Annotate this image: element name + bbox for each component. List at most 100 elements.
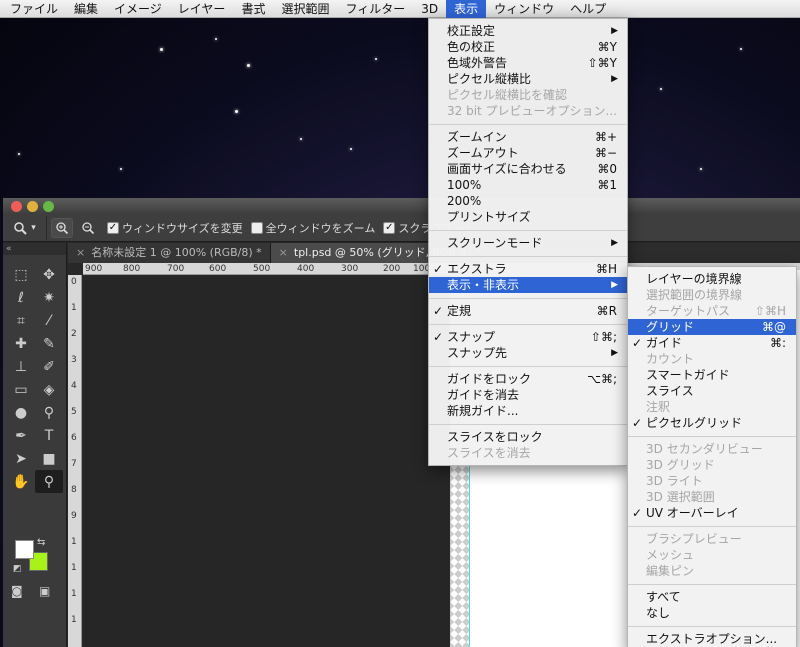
menu-item[interactable]: 表示・非表示 ▶	[429, 277, 627, 293]
stamp-tool-icon[interactable]: ⊥	[7, 355, 35, 378]
zoom-out-button[interactable]	[77, 218, 99, 238]
star	[215, 38, 217, 40]
menu-edit[interactable]: 編集	[66, 0, 106, 18]
ruler-tick: 7	[71, 459, 77, 469]
menu-item-shortcut: ⌘0	[597, 162, 617, 176]
menu-separator	[429, 256, 627, 257]
ruler-tick: 500	[253, 264, 271, 274]
menu-image[interactable]: イメージ	[106, 0, 170, 18]
menu-item[interactable]: ✓ エクストラ ⌘H	[429, 261, 627, 277]
zoom-tool-icon[interactable]: ⚲	[35, 470, 63, 493]
zoom-in-button[interactable]	[51, 218, 73, 238]
ruler-tick: 5	[71, 407, 77, 417]
menu-item[interactable]: スライス	[628, 383, 796, 399]
menu-item[interactable]: なし	[628, 605, 796, 621]
blur-tool-icon[interactable]: ●	[7, 401, 35, 424]
menu-item[interactable]: 100% ⌘1	[429, 177, 627, 193]
menu-item-label: ガイドを消去	[447, 388, 520, 402]
menu-item[interactable]: ガイドを消去	[429, 387, 627, 403]
menu-item-label: スナップ先	[447, 346, 508, 360]
menu-item: カウント	[628, 351, 796, 367]
menu-item[interactable]: 200%	[429, 193, 627, 209]
tool-preset-picker[interactable]: ▾	[3, 216, 47, 240]
tab-untitled[interactable]: × 名称未設定 1 @ 100% (RGB/8) *	[68, 243, 271, 263]
show-submenu: レイヤーの境界線 選択範囲の境界線 ターゲットパス ⇧⌘H グリッド ⌘@ ✓ ガイド ⌘: カウ…	[627, 266, 797, 647]
menu-item-label: 編集ピン	[646, 564, 695, 578]
menu-item[interactable]: 新規ガイド...	[429, 403, 627, 419]
menu-item-label: 3D セカンダリビュー	[646, 442, 763, 456]
minimize-window-button[interactable]	[27, 201, 38, 212]
eraser-tool-icon[interactable]: ▭	[7, 378, 35, 401]
menu-help[interactable]: ヘルプ	[562, 0, 614, 18]
type-tool-icon[interactable]: T	[35, 424, 63, 447]
menu-item[interactable]: グリッド ⌘@	[628, 319, 796, 335]
brush-tool-icon[interactable]: ✎	[35, 332, 63, 355]
screen-mode-icon[interactable]: ▣	[39, 584, 50, 598]
marquee-tool-icon[interactable]: ⬚	[7, 263, 35, 286]
menu-layer[interactable]: レイヤー	[170, 0, 234, 18]
zoom-window-button[interactable]	[43, 201, 54, 212]
hand-tool-icon[interactable]: ✋	[7, 470, 35, 493]
menu-item[interactable]: スクリーンモード ▶	[429, 235, 627, 251]
menu-item[interactable]: ✓ スナップ ⇧⌘;	[429, 329, 627, 345]
menu-item[interactable]: スライスをロック	[429, 429, 627, 445]
history-brush-icon[interactable]: ✐	[35, 355, 63, 378]
lasso-tool-icon[interactable]: ℓ	[7, 286, 35, 309]
swap-colors-icon[interactable]: ⇆	[37, 537, 45, 548]
quick-mask-icon[interactable]: ◙	[11, 584, 23, 598]
healing-brush-icon[interactable]: ✚	[7, 332, 35, 355]
move-tool-icon[interactable]: ✥	[35, 263, 63, 286]
menu-item[interactable]: ✓ ピクセルグリッド	[628, 415, 796, 431]
menu-item: 注釈	[628, 399, 796, 415]
star	[18, 153, 20, 155]
menu-item[interactable]: エクストラオプション...	[628, 631, 796, 647]
menu-item[interactable]: スマートガイド	[628, 367, 796, 383]
menu-item[interactable]: スナップ先 ▶	[429, 345, 627, 361]
panel-collapse-icon[interactable]: «	[3, 243, 66, 255]
menu-item: 3D セカンダリビュー	[628, 441, 796, 457]
foreground-color[interactable]	[15, 540, 34, 559]
path-select-icon[interactable]: ➤	[7, 447, 35, 470]
menu-separator	[628, 526, 796, 527]
menu-item[interactable]: すべて	[628, 589, 796, 605]
menu-item-label: ピクセルグリッド	[646, 416, 743, 430]
menu-item[interactable]: 校正設定 ▶	[429, 23, 627, 39]
menu-item[interactable]: 色域外警告 ⇧⌘Y	[429, 55, 627, 71]
menu-select[interactable]: 選択範囲	[273, 0, 337, 18]
menu-item[interactable]: ガイドをロック ⌥⌘;	[429, 371, 627, 387]
crop-tool-icon[interactable]: ⌗	[7, 309, 35, 332]
menu-3d[interactable]: 3D	[413, 0, 446, 18]
close-icon[interactable]: ×	[76, 246, 85, 259]
menu-item[interactable]: ズームイン ⌘+	[429, 129, 627, 145]
menu-item-label: 注釈	[646, 400, 671, 414]
menu-item[interactable]: 画面サイズに合わせる ⌘0	[429, 161, 627, 177]
ruler-tick: 0	[71, 277, 77, 287]
eyedropper-icon[interactable]: ⁄	[35, 309, 63, 332]
menu-item[interactable]: プリントサイズ	[429, 209, 627, 225]
menu-item: ブラシプレビュー	[628, 531, 796, 547]
menu-item[interactable]: ズームアウト ⌘−	[429, 145, 627, 161]
resize-windows-checkbox[interactable]: ✓ ウィンドウサイズを変更	[107, 220, 243, 236]
menu-type[interactable]: 書式	[233, 0, 273, 18]
paint-bucket-icon[interactable]: ◈	[35, 378, 63, 401]
menu-view[interactable]: 表示	[446, 0, 487, 18]
menu-item[interactable]: レイヤーの境界線	[628, 271, 796, 287]
vertical-ruler: 0 1 2 3 4 5 6 7 8 9 1 1 1 1	[68, 275, 82, 647]
menu-item[interactable]: ピクセル縦横比 ▶	[429, 71, 627, 87]
dodge-tool-icon[interactable]: ⚲	[35, 401, 63, 424]
magic-wand-icon[interactable]: ✷	[35, 286, 63, 309]
pen-tool-icon[interactable]: ✒	[7, 424, 35, 447]
color-swatches[interactable]: ⇆ ◩	[13, 537, 63, 576]
menu-item[interactable]: ✓ UV オーバーレイ	[628, 505, 796, 521]
menu-file[interactable]: ファイル	[0, 0, 66, 18]
menu-item[interactable]: 色の校正 ⌘Y	[429, 39, 627, 55]
rectangle-tool-icon[interactable]: ■	[35, 447, 63, 470]
close-icon[interactable]: ×	[279, 246, 288, 259]
zoom-all-windows-checkbox[interactable]: 全ウィンドウをズーム	[250, 220, 375, 236]
menu-item[interactable]: ✓ ガイド ⌘:	[628, 335, 796, 351]
menu-window[interactable]: ウィンドウ	[486, 0, 562, 18]
default-colors-icon[interactable]: ◩	[13, 564, 22, 574]
menu-item[interactable]: ✓ 定規 ⌘R	[429, 303, 627, 319]
close-window-button[interactable]	[11, 201, 22, 212]
menu-filter[interactable]: フィルター	[337, 0, 413, 18]
